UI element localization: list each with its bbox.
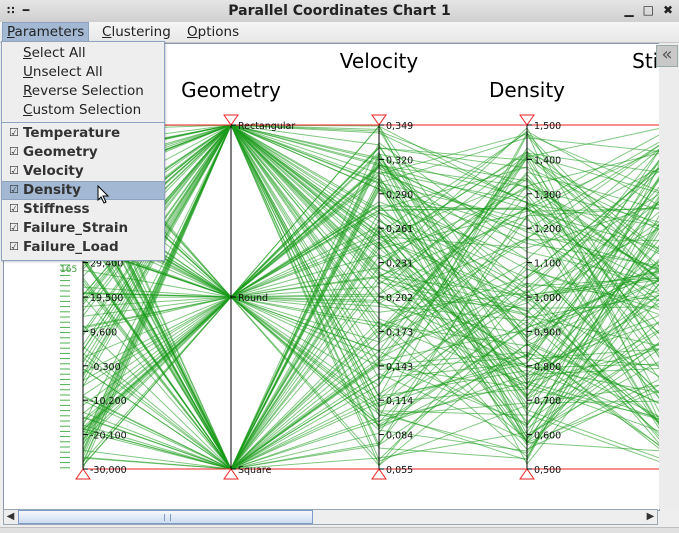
menu-options-mnemonic: O xyxy=(187,24,198,40)
checkbox-checked-icon: ☑ xyxy=(9,202,19,215)
menu-parameters[interactable]: Parameters xyxy=(2,22,90,42)
axis-tick-label: 0,084 xyxy=(386,431,413,442)
right-side-panel xyxy=(659,43,679,509)
menu-check-failure-load[interactable]: ☑ Failure_Load xyxy=(2,238,164,257)
axis-title-geometry: Geometry xyxy=(181,78,281,102)
axis-tick-label: 9,600 xyxy=(90,327,117,338)
row-index-label: 165 xyxy=(60,265,77,275)
axis-title-density: Density xyxy=(489,78,565,102)
menu-check-failure-strain[interactable]: ☑ Failure_Strain xyxy=(2,219,164,238)
menu-item-custom-selection[interactable]: Custom Selection xyxy=(2,101,164,120)
menu-separator xyxy=(2,122,164,123)
axis-tick-label: Square xyxy=(238,465,272,476)
menu-options-rest: ptions xyxy=(197,24,240,40)
menu-item-label: Select All xyxy=(23,45,86,61)
axis-tick-label: 1,500 xyxy=(534,121,561,132)
axis-tick-label: -20,100 xyxy=(90,431,127,442)
menu-options[interactable]: Options xyxy=(183,23,243,41)
axis-tick-label: 0,202 xyxy=(386,293,413,304)
menu-item-select-all[interactable]: Select All xyxy=(2,44,164,63)
menu-clustering-rest: lustering xyxy=(111,24,171,40)
axis-title-velocity: Velocity xyxy=(340,49,419,73)
axis-tick-label: 0,800 xyxy=(534,362,561,373)
close-icon[interactable]: ✖ xyxy=(663,3,673,17)
filter-handle-bottom-icon xyxy=(75,468,91,480)
axis-tick-label: 0,349 xyxy=(386,121,413,132)
filter-handle-top-icon xyxy=(223,114,239,126)
filter-handle-bottom-icon xyxy=(223,468,239,480)
checkbox-checked-icon: ☑ xyxy=(9,240,19,253)
axis-tick-label: 19,500 xyxy=(90,293,123,304)
filter-handle-top-icon xyxy=(519,114,535,126)
parameters-menu-popup: Select All Unselect All Reverse Selectio… xyxy=(1,41,165,261)
checkbox-checked-icon: ☑ xyxy=(9,145,19,158)
window-title: Parallel Coordinates Chart 1 xyxy=(228,3,451,19)
axis-tick-label: 0,700 xyxy=(534,396,561,407)
horizontal-scrollbar[interactable]: ◀ ▶ xyxy=(3,509,658,525)
menu-item-label: Density xyxy=(23,182,81,198)
checkbox-checked-icon: ☑ xyxy=(9,183,19,196)
axis-tick-label: Rectangular xyxy=(238,121,295,132)
thumb-grip-icon xyxy=(164,514,171,521)
menu-check-density[interactable]: ☑ Density xyxy=(2,181,164,200)
axis-tick-label: -30,000 xyxy=(90,465,127,476)
menu-item-label: Reverse Selection xyxy=(23,83,144,99)
axis-tick-label: -0,300 xyxy=(90,362,121,373)
scroll-left-arrow-icon[interactable]: ◀ xyxy=(4,510,17,524)
axis-tick-label: 0,500 xyxy=(534,465,561,476)
menu-check-velocity[interactable]: ☑ Velocity xyxy=(2,162,164,181)
filter-handle-bottom-icon xyxy=(519,468,535,480)
menu-check-geometry[interactable]: ☑ Geometry xyxy=(2,143,164,162)
menu-item-label: Failure_Load xyxy=(23,239,119,255)
filter-handle-top-icon xyxy=(371,114,387,126)
scroll-right-arrow-icon[interactable]: ▶ xyxy=(644,510,657,524)
menu-bar: Parameters Clustering Options xyxy=(0,22,679,43)
axis-tick-label: 1,200 xyxy=(534,224,561,235)
axis-tick-label: 0,600 xyxy=(534,431,561,442)
menu-item-unselect-all[interactable]: Unselect All xyxy=(2,63,164,82)
maximize-icon[interactable]: □ xyxy=(643,3,654,17)
title-bar: ∷ ━ Parallel Coordinates Chart 1 ▁ □ ✖ xyxy=(0,0,679,23)
axis-tick-label: 1,000 xyxy=(534,293,561,304)
menu-item-label: Stiffness xyxy=(23,201,90,217)
menu-check-stiffness[interactable]: ☑ Stiffness xyxy=(2,200,164,219)
axis-tick-label: 0,055 xyxy=(386,465,413,476)
checkbox-checked-icon: ☑ xyxy=(9,164,19,177)
checkbox-checked-icon: ☑ xyxy=(9,126,19,139)
filter-handle-bottom-icon xyxy=(371,468,387,480)
menu-parameters-rest: arameters xyxy=(14,24,85,40)
menu-item-label: Custom Selection xyxy=(23,102,142,118)
menu-item-label: Unselect All xyxy=(23,64,103,80)
minimize-icon[interactable]: ▁ xyxy=(624,3,633,17)
axis-tick-label: 1,100 xyxy=(534,259,561,270)
axis-tick-label: -10,200 xyxy=(90,396,127,407)
axis-tick-label: Round xyxy=(238,293,268,304)
menu-clustering[interactable]: Clustering xyxy=(98,23,175,41)
checkbox-checked-icon: ☑ xyxy=(9,221,19,234)
double-chevron-left-icon[interactable]: « xyxy=(656,45,678,67)
axis-tick-label: 0,143 xyxy=(386,362,413,373)
menu-check-temperature[interactable]: ☑ Temperature xyxy=(2,124,164,143)
scrollbar-thumb[interactable] xyxy=(18,510,313,524)
menu-item-label: Velocity xyxy=(23,163,84,179)
axis-tick-label: 1,400 xyxy=(534,155,561,166)
axis-tick-label: 0,261 xyxy=(386,224,413,235)
axis-title-stiffness: Stiffness xyxy=(632,49,659,73)
menu-parameters-mnemonic: P xyxy=(7,24,15,40)
axis-tick-label: 0,231 xyxy=(386,259,413,270)
axis-tick-label: 0,173 xyxy=(386,327,413,338)
menu-item-label: Geometry xyxy=(23,144,98,160)
axis-tick-label: 0,900 xyxy=(534,327,561,338)
data-lines xyxy=(82,123,676,471)
menu-item-reverse-selection[interactable]: Reverse Selection xyxy=(2,82,164,101)
axis-tick-label: 1,300 xyxy=(534,190,561,201)
axis-tick-label: 0,320 xyxy=(386,155,413,166)
status-bar xyxy=(0,527,679,533)
menu-item-label: Failure_Strain xyxy=(23,220,129,236)
axis-tick-label: 0,290 xyxy=(386,190,413,201)
menu-item-label: Temperature xyxy=(23,125,121,141)
mouse-cursor-icon xyxy=(97,185,110,204)
axis-tick-label: 0,114 xyxy=(386,396,413,407)
